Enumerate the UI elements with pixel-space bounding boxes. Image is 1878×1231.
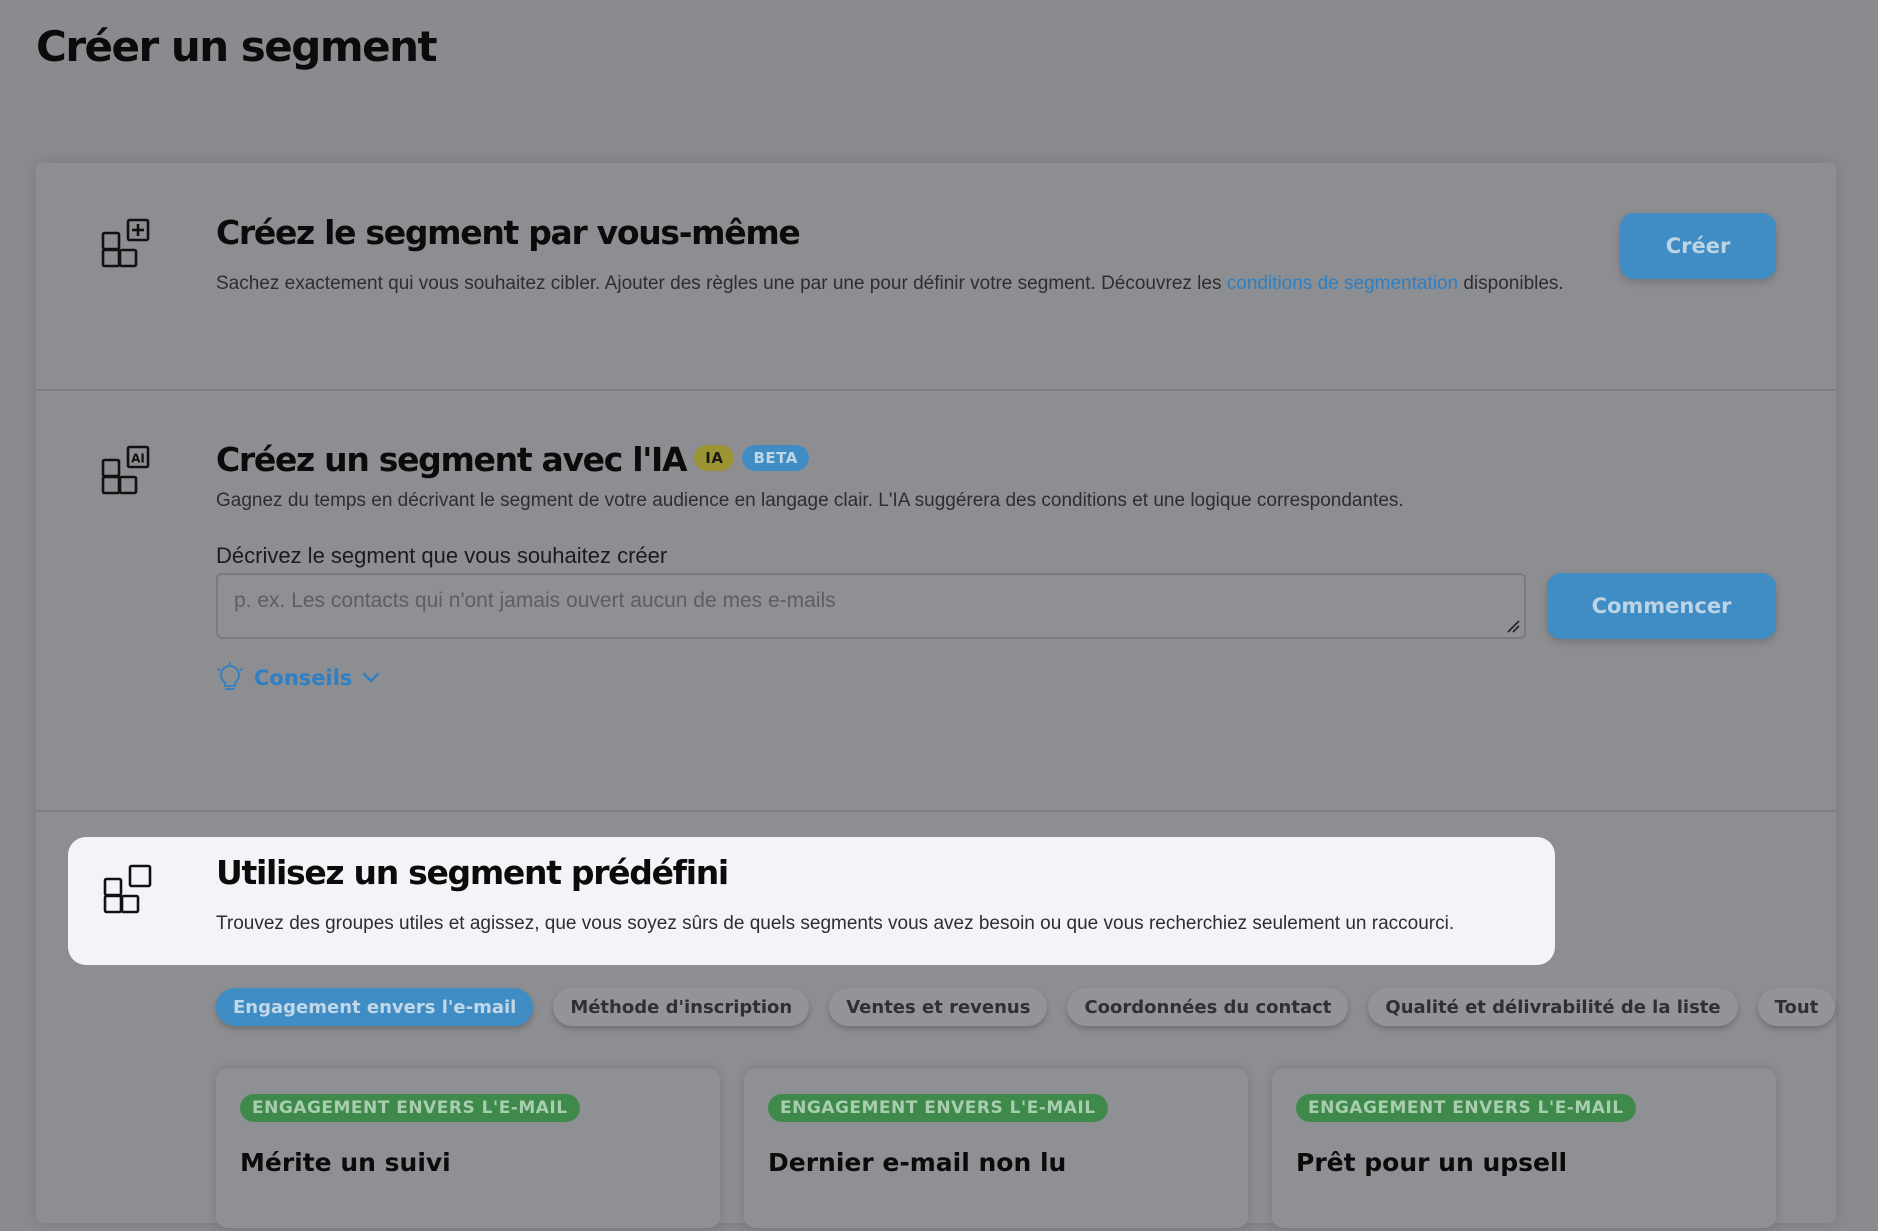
beta-badge: BETA <box>742 444 809 471</box>
tips-toggle[interactable]: Conseils <box>216 658 380 698</box>
page-title: Créer un segment <box>36 22 438 71</box>
segment-card-tag: ENGAGEMENT ENVERS L'E-MAIL <box>1296 1094 1636 1122</box>
chip-sales-revenue[interactable]: Ventes et revenus <box>829 988 1048 1026</box>
segment-card-tag: ENGAGEMENT ENVERS L'E-MAIL <box>768 1094 1108 1122</box>
manual-section-desc: Sachez exactement qui vous souhaitez cib… <box>216 269 1596 299</box>
chip-list-quality[interactable]: Qualité et délivrabilité de la liste <box>1368 988 1738 1026</box>
create-segment-panel: Créez le segment par vous-même Sachez ex… <box>36 163 1836 1223</box>
predefined-section-title: Utilisez un segment prédéfini <box>216 853 729 892</box>
segment-card-title: Mérite un suivi <box>240 1148 451 1177</box>
predefined-segment-cards: ENGAGEMENT ENVERS L'E-MAIL Mérite un sui… <box>216 1068 1776 1228</box>
predefined-section-desc: Trouvez des groupes utiles et agissez, q… <box>216 913 1455 934</box>
segment-card[interactable]: ENGAGEMENT ENVERS L'E-MAIL Dernier e-mai… <box>744 1068 1248 1228</box>
segment-ai-icon: AI <box>101 445 150 495</box>
chip-contact-details[interactable]: Coordonnées du contact <box>1067 988 1349 1026</box>
ai-section-title: Créez un segment avec l'IA IA BETA <box>216 440 809 479</box>
ai-section-desc: Gagnez du temps en décrivant le segment … <box>216 490 1404 511</box>
create-button[interactable]: Créer <box>1620 213 1776 279</box>
section-ai: AI Créez un segment avec l'IA IA BETA Gagn… <box>36 390 1836 812</box>
segment-card-title: Prêt pour un upsell <box>1296 1148 1568 1177</box>
segment-add-icon <box>101 218 150 268</box>
segment-card-tag: ENGAGEMENT ENVERS L'E-MAIL <box>240 1094 580 1122</box>
segment-description-label: Décrivez le segment que vous souhaitez c… <box>216 543 668 568</box>
chip-email-engagement[interactable]: Engagement envers l'e-mail <box>216 988 534 1026</box>
chip-signup-method[interactable]: Méthode d'inscription <box>553 988 810 1026</box>
category-filter-chips: Engagement envers l'e-mail Méthode d'ins… <box>216 988 1836 1026</box>
tips-label: Conseils <box>254 666 353 690</box>
segmentation-conditions-link[interactable]: conditions de segmentation <box>1227 273 1458 294</box>
svg-text:AI: AI <box>131 452 145 466</box>
segment-card[interactable]: ENGAGEMENT ENVERS L'E-MAIL Mérite un sui… <box>216 1068 720 1228</box>
section-manual: Créez le segment par vous-même Sachez ex… <box>36 163 1836 391</box>
ia-badge: IA <box>694 444 735 471</box>
predefined-section-header: Utilisez un segment prédéfini Trouvez de… <box>68 837 1555 965</box>
segment-description-field-wrapper <box>216 573 1526 639</box>
manual-section-title: Créez le segment par vous-même <box>216 213 801 252</box>
chevron-down-icon <box>363 672 380 683</box>
start-button[interactable]: Commencer <box>1547 573 1776 639</box>
segment-description-input[interactable] <box>218 575 1524 637</box>
manual-desc-text: Sachez exactement qui vous souhaitez cib… <box>216 273 1227 294</box>
segment-card[interactable]: ENGAGEMENT ENVERS L'E-MAIL Prêt pour un … <box>1272 1068 1776 1228</box>
segment-predefined-icon <box>103 864 152 914</box>
resize-handle-icon[interactable] <box>1506 619 1520 633</box>
manual-desc-text-end: disponibles. <box>1458 273 1564 294</box>
segment-card-title: Dernier e-mail non lu <box>768 1148 1067 1177</box>
chip-all[interactable]: Tout <box>1757 988 1836 1026</box>
ai-title-text: Créez un segment avec l'IA <box>216 440 688 479</box>
lightbulb-icon <box>217 662 243 690</box>
